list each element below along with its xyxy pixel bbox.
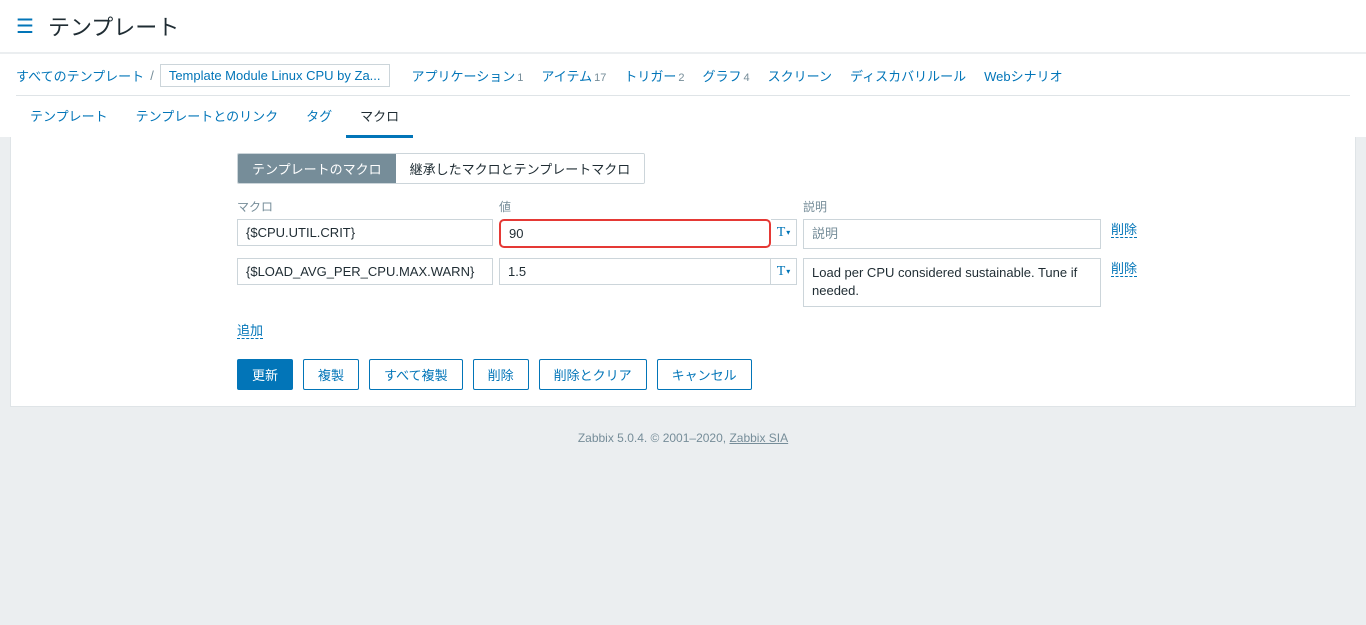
macro-delete-button[interactable]: 削除 <box>1111 261 1137 277</box>
clone-button[interactable]: 複製 <box>303 359 359 390</box>
delete-button[interactable]: 削除 <box>473 359 529 390</box>
macro-row: T▾ 削除 <box>237 219 1339 252</box>
update-button[interactable]: 更新 <box>237 359 293 390</box>
col-header-macro: マクロ <box>237 198 493 215</box>
macro-value-input[interactable] <box>499 258 771 285</box>
top-menu-item-1[interactable]: アイテム <box>541 69 592 84</box>
full-clone-button[interactable]: すべて複製 <box>369 359 463 390</box>
toggle-template-macros[interactable]: テンプレートのマクロ <box>238 154 396 183</box>
macro-type-button[interactable]: T▾ <box>771 219 797 246</box>
macro-type-button[interactable]: T▾ <box>771 258 797 285</box>
tab-3[interactable]: マクロ <box>346 96 413 138</box>
top-menu-count-3: 4 <box>744 72 750 84</box>
tabs: テンプレートテンプレートとのリンクタグマクロ <box>16 95 1350 137</box>
breadcrumb: すべてのテンプレート / Template Module Linux CPU b… <box>16 54 1350 95</box>
add-macro-button[interactable]: 追加 <box>237 323 263 339</box>
cancel-button[interactable]: キャンセル <box>657 359 752 390</box>
macro-row: T▾ 削除 <box>237 258 1339 309</box>
macro-name-input[interactable] <box>237 258 493 285</box>
top-menu-item-3[interactable]: グラフ <box>703 69 742 84</box>
page-title: テンプレート <box>48 10 179 42</box>
footer-text: Zabbix 5.0.4. © 2001–2020, <box>578 431 730 445</box>
macro-name-input[interactable] <box>237 219 493 246</box>
tab-2[interactable]: タグ <box>292 96 346 137</box>
macro-delete-button[interactable]: 削除 <box>1111 222 1137 238</box>
toggle-inherited-macros[interactable]: 継承したマクロとテンプレートマクロ <box>396 154 645 183</box>
sub-navigation: すべてのテンプレート / Template Module Linux CPU b… <box>0 53 1366 137</box>
chevron-down-icon: ▾ <box>786 267 790 276</box>
add-macro-row: 追加 <box>237 320 1339 339</box>
macro-description-input[interactable] <box>803 219 1101 249</box>
top-menu-item-2[interactable]: トリガー <box>624 69 676 84</box>
form-buttons: 更新 複製 すべて複製 削除 削除とクリア キャンセル <box>237 359 1339 390</box>
macro-value-input[interactable] <box>499 219 771 248</box>
top-menu-item-6[interactable]: Webシナリオ <box>984 69 1063 84</box>
breadcrumb-current[interactable]: Template Module Linux CPU by Za... <box>160 64 390 87</box>
macro-table: マクロ 値 説明 T▾削除T▾削除 追加 <box>237 198 1339 339</box>
top-menu-item-5[interactable]: ディスカバリルール <box>850 69 966 84</box>
breadcrumb-separator: / <box>150 68 154 83</box>
header: ☰ テンプレート <box>0 0 1366 53</box>
breadcrumb-all-templates[interactable]: すべてのテンプレート <box>16 66 144 85</box>
text-type-icon: T <box>777 225 786 241</box>
top-menu-count-1: 17 <box>594 72 606 84</box>
top-menu-item-0[interactable]: アプリケーション <box>412 69 516 84</box>
text-type-icon: T <box>777 264 786 280</box>
footer: Zabbix 5.0.4. © 2001–2020, Zabbix SIA <box>0 417 1366 459</box>
top-menu-count-0: 1 <box>517 72 523 84</box>
top-menu-count-2: 2 <box>678 72 684 84</box>
col-header-description: 説明 <box>803 198 1101 215</box>
macro-table-header: マクロ 値 説明 <box>237 198 1339 215</box>
macro-description-input[interactable] <box>803 258 1101 306</box>
tab-1[interactable]: テンプレートとのリンク <box>122 96 292 137</box>
chevron-down-icon: ▾ <box>786 228 790 237</box>
hamburger-menu-icon[interactable]: ☰ <box>16 14 34 39</box>
footer-link[interactable]: Zabbix SIA <box>729 431 788 445</box>
top-menu-item-4[interactable]: スクリーン <box>768 69 832 84</box>
content-panel: テンプレートのマクロ 継承したマクロとテンプレートマクロ マクロ 値 説明 T▾… <box>10 137 1356 407</box>
macro-view-toggle: テンプレートのマクロ 継承したマクロとテンプレートマクロ <box>237 153 645 184</box>
delete-clear-button[interactable]: 削除とクリア <box>539 359 647 390</box>
col-header-value: 値 <box>499 198 797 215</box>
tab-0[interactable]: テンプレート <box>16 96 122 137</box>
